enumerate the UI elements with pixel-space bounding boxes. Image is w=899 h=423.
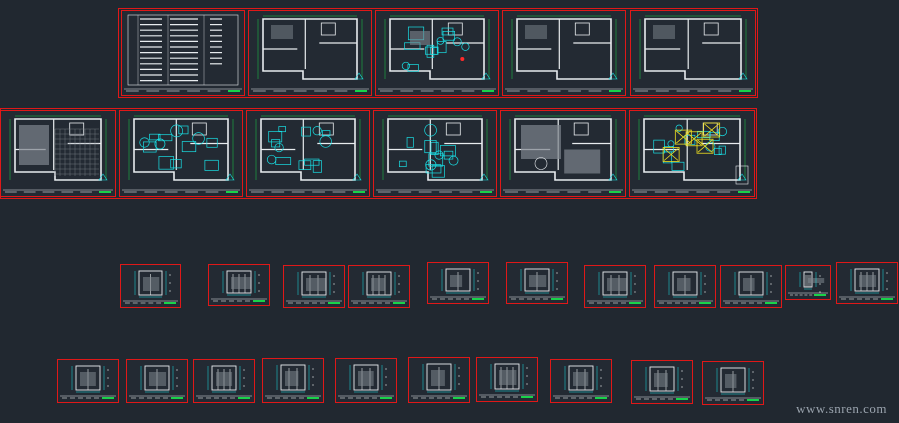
sheet-drawing: [211, 270, 267, 302]
sheet-drawing: [124, 14, 242, 92]
sheet-drawing: [251, 15, 369, 92]
sheet-floor-plan-2[interactable]: [375, 10, 499, 96]
sheet-drawing: [60, 365, 116, 399]
sheet-drawing: [351, 271, 407, 304]
sheet-floor-plan-1[interactable]: [248, 10, 372, 96]
sheet-drawing: [265, 364, 321, 399]
cad-model-space[interactable]: www.snren.com: [0, 0, 899, 423]
sheet-drawing: [632, 115, 752, 193]
sheet-drawing: [129, 365, 185, 399]
sheet-elevation-r3-6[interactable]: [506, 262, 568, 304]
watermark-text: www.snren.com: [796, 401, 887, 416]
sheet-drawing: [122, 115, 240, 193]
sheet-elevation-r4-7[interactable]: [476, 357, 538, 402]
sheet-elevation-r3-5[interactable]: [427, 262, 489, 304]
sheet-elevation-r4-1[interactable]: [57, 359, 119, 403]
sheet-elevation-r4-3[interactable]: [193, 359, 255, 403]
sheet-floor-plan-4[interactable]: [630, 10, 756, 96]
sheet-lighting-plan[interactable]: [629, 110, 755, 197]
sheet-elevation-r3-4[interactable]: [348, 265, 410, 308]
sheet-drawing: [509, 268, 565, 300]
sheet-drawing: [587, 271, 643, 304]
sheet-elevation-r3-7[interactable]: [584, 265, 646, 308]
sheet-elevation-r4-10[interactable]: [702, 361, 764, 405]
sheet-drawing: [3, 115, 113, 193]
sheet-drawing: [249, 115, 367, 193]
sheet-elevation-r3-11[interactable]: [836, 262, 898, 304]
sheet-elevation-r4-5[interactable]: [335, 358, 397, 403]
sheet-elevation-r4-8[interactable]: [550, 359, 612, 403]
sheet-drawing: [505, 15, 623, 92]
sheet-drawing: [633, 15, 753, 92]
sheet-drawing: [376, 115, 494, 193]
sheet-drawing: [788, 271, 828, 296]
sheet-elevation-r4-4[interactable]: [262, 358, 324, 403]
sheet-floor-plan-3[interactable]: [502, 10, 626, 96]
sheet-elevation-r3-1[interactable]: [120, 264, 181, 308]
sheet-drawing: [705, 367, 761, 401]
sheet-ceiling-plan[interactable]: [246, 110, 370, 197]
sheet-floor-plan-grey[interactable]: [500, 110, 626, 197]
sheet-drawing: [286, 271, 342, 304]
sheet-floor-plan-grid[interactable]: [0, 110, 116, 197]
sheet-drawing: [839, 268, 895, 300]
sheet-drawing: [338, 364, 394, 399]
sheet-elevation-r3-2[interactable]: [208, 264, 270, 306]
sheet-drawing: [196, 365, 252, 399]
sheet-drawing: [479, 363, 535, 398]
sheet-elevation-r3-10[interactable]: [785, 265, 831, 300]
sheet-elevation-r4-6[interactable]: [408, 357, 470, 403]
sheet-drawing: [723, 271, 779, 304]
sheet-drawing: [634, 366, 690, 400]
sheet-elevation-r3-3[interactable]: [283, 265, 345, 308]
sheet-elevation-r4-2[interactable]: [126, 359, 188, 403]
sheet-drawing: [123, 270, 178, 304]
sheet-elevation-r4-9[interactable]: [631, 360, 693, 404]
sheet-elevation-r3-8[interactable]: [654, 265, 716, 308]
sheet-furniture-plan-2[interactable]: [373, 110, 497, 197]
sheet-drawing-list[interactable]: [121, 10, 245, 96]
sheet-drawing: [553, 365, 609, 399]
sheet-drawing: [657, 271, 713, 304]
sheet-drawing: [503, 115, 623, 193]
sheet-drawing: [378, 15, 496, 92]
sheet-drawing: [430, 268, 486, 300]
sheet-drawing: [411, 363, 467, 399]
sheet-elevation-r3-9[interactable]: [720, 265, 782, 308]
sheet-furniture-plan-1[interactable]: [119, 110, 243, 197]
